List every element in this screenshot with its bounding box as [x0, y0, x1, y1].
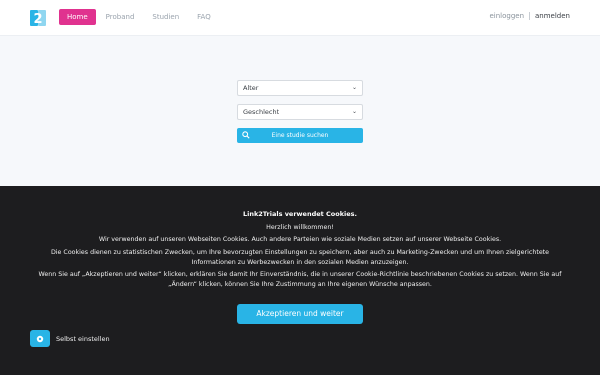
cookie-text-3: Wenn Sie auf „Akzeptieren und weiter“ kl…: [38, 271, 562, 288]
top-navbar: 2 Home Proband Studien FAQ einloggen anm…: [0, 0, 600, 36]
chevron-down-icon: ⌄: [351, 108, 357, 115]
search-button-label: Eine studie suchen: [271, 132, 329, 139]
svg-text:2: 2: [33, 12, 42, 27]
cookie-greeting: Herzlich willkommen!: [266, 224, 334, 231]
age-select[interactable]: Alter ⌄: [237, 80, 363, 96]
nav-studien[interactable]: Studien: [144, 9, 187, 25]
search-study-button[interactable]: Eine studie suchen: [237, 128, 363, 143]
chevron-down-icon: ⌄: [351, 84, 357, 91]
cookie-text-1: Wir verwenden auf unseren Webseiten Cook…: [98, 236, 502, 243]
self-settings-label[interactable]: Selbst einstellen: [56, 335, 110, 343]
study-search-form: Alter ⌄ Geschlecht ⌄ Eine studie suchen: [237, 80, 363, 143]
logo-icon[interactable]: 2: [29, 8, 47, 28]
gender-select-value: Geschlecht: [243, 108, 280, 116]
auth-links: einloggen anmelden: [489, 12, 570, 20]
accept-cookies-button[interactable]: Akzeptieren und weiter: [237, 304, 363, 324]
nav-proband[interactable]: Proband: [98, 9, 143, 25]
cookie-title: Link2Trials verwendet Cookies.: [242, 210, 358, 218]
register-link[interactable]: anmelden: [530, 12, 570, 20]
gender-select[interactable]: Geschlecht ⌄: [237, 104, 363, 120]
nav-home[interactable]: Home: [59, 9, 96, 25]
nav-faq[interactable]: FAQ: [189, 9, 219, 25]
self-settings: Selbst einstellen: [30, 330, 110, 347]
search-icon: [242, 131, 250, 139]
self-settings-button[interactable]: [30, 330, 50, 347]
nav-links: Home Proband Studien FAQ: [59, 9, 221, 25]
age-select-value: Alter: [243, 84, 259, 92]
cookie-text-2: Die Cookies dienen zu statistischen Zwec…: [50, 249, 550, 266]
cookie-banner: Link2Trials verwendet Cookies. Herzlich …: [0, 186, 600, 375]
login-link[interactable]: einloggen: [489, 12, 531, 20]
gear-icon: [36, 335, 44, 342]
